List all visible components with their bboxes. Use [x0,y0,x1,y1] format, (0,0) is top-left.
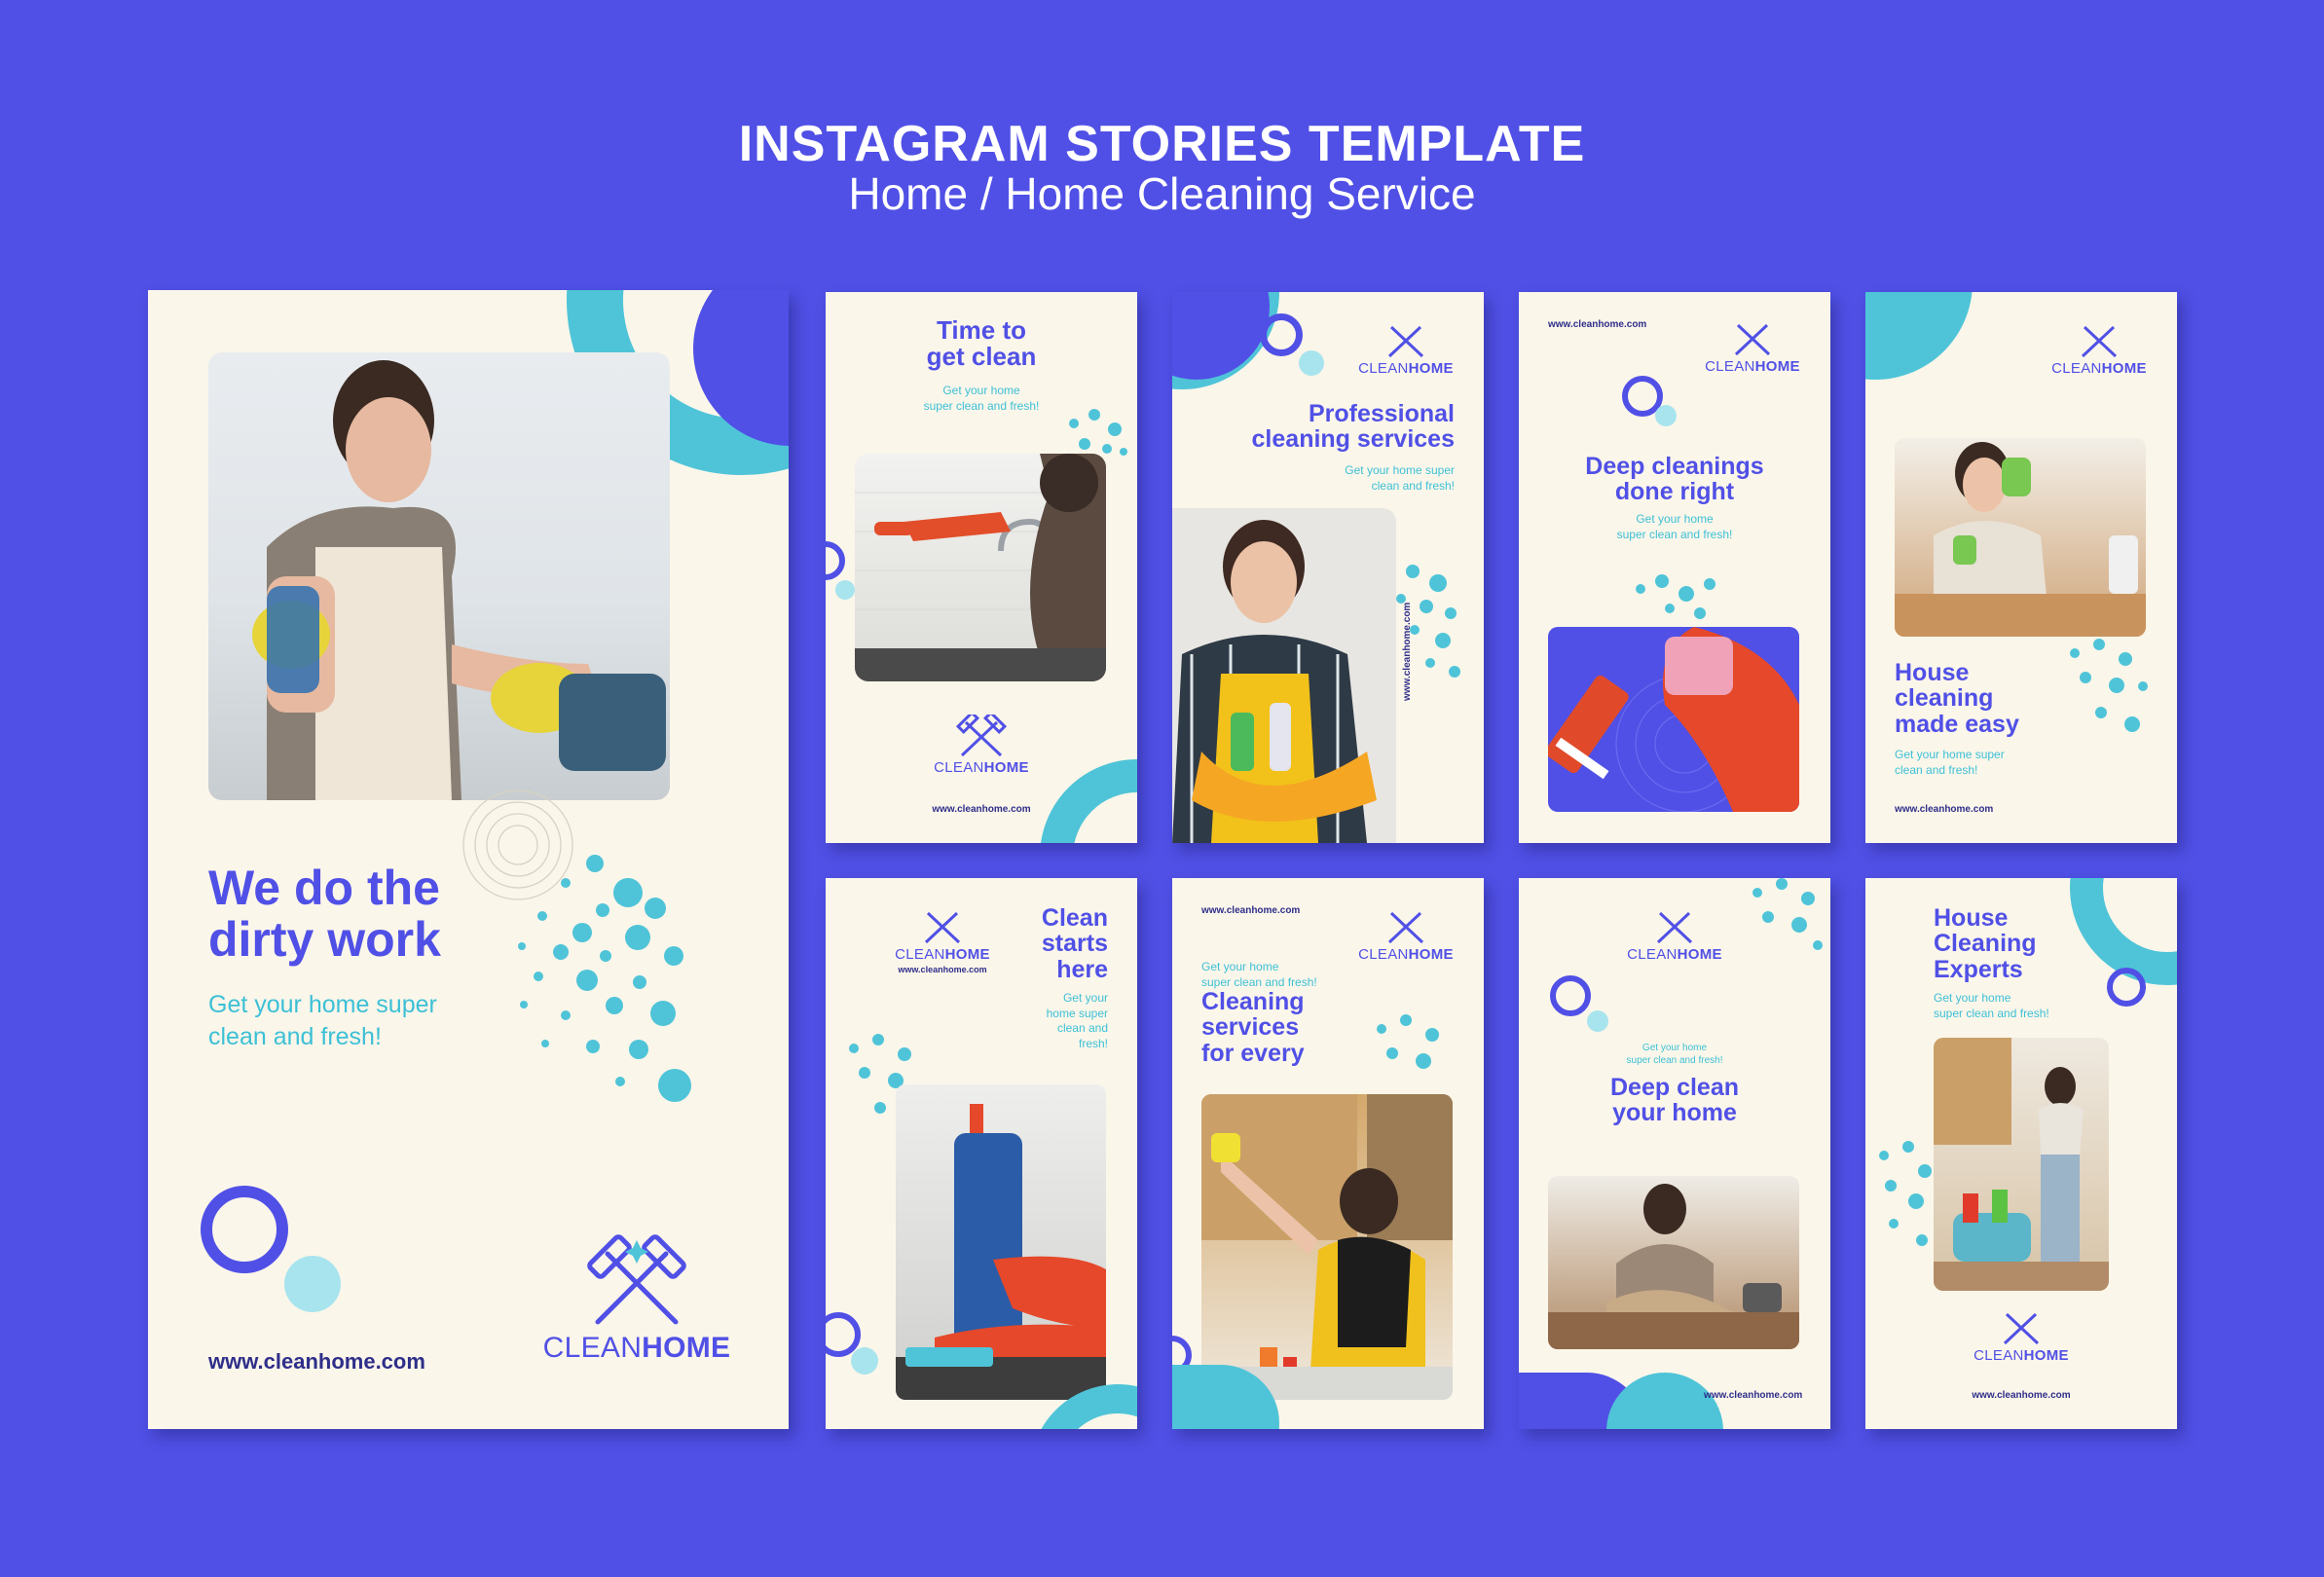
card-subline: Get your home super clean and fresh! [1616,512,1733,541]
brand-logo: CLEANHOME www.cleanhome.com [884,907,1001,974]
photo-woman-scrubbing-floor [1548,1176,1799,1349]
card-headline: Professional cleaning services [1251,400,1455,454]
photo-woman-spraying-bottle [1895,438,2146,637]
card-headline: House Cleaning Experts [1934,904,2037,983]
card-headline: Deep cleanings done right [1585,453,1764,506]
card-subline: Get your home super clean and fresh! [1201,960,1317,989]
dot-pattern [518,855,713,1118]
page-title: INSTAGRAM STORIES TEMPLATE [738,116,1586,172]
photo-woman-cleaning-window [208,352,670,800]
brand-logo: CLEANHOME [1953,1308,2089,1364]
broom-squeegee-cross-icon [1387,911,1424,944]
story-card-deep-clean-your-home[interactable]: CLEANHOME Get your home super clean and f… [1519,878,1830,1429]
brand-logo: CLEANHOME [1694,319,1811,375]
broom-squeegee-cross-icon [1387,325,1424,358]
website-url[interactable]: www.cleanhome.com [1895,804,1993,815]
brand-logo: CLEANHOME [1616,907,1733,963]
broom-squeegee-cross-icon [1734,323,1771,356]
card-subline: Get your home super clean and fresh! [1895,748,2005,777]
photo-woman-holding-basin [1172,508,1396,843]
story-card-deep-cleanings[interactable]: www.cleanhome.com CLEANHOME Deep cleanin… [1519,292,1830,843]
card-headline: Clean starts here [1041,904,1108,983]
photo-woman-wiping-cabinet [1201,1094,1453,1400]
card-headline: Deep clean your home [1609,1074,1739,1127]
photo-wiping-tiles [855,454,1106,681]
card-headline: House cleaning made easy [1895,659,2019,738]
website-url[interactable]: www.cleanhome.com [208,1349,425,1375]
photo-gloved-hands-brush-sponge [1548,627,1799,812]
story-card-professional-cleaning[interactable]: CLEANHOME Professional cleaning services … [1172,292,1484,843]
card-subline: Get your home super clean and fresh! [1046,991,1108,1050]
brand-logo: CLEANHOME [1347,321,1464,377]
website-url[interactable]: www.cleanhome.com [1704,1390,1802,1401]
website-url[interactable]: www.cleanhome.com [1548,319,1646,330]
story-card-house-cleaning-made-easy[interactable]: CLEANHOME House cleaning made easy Get you… [1865,292,2177,843]
website-url[interactable]: www.cleanhome.com [826,804,1137,815]
card-subline: Get your home super clean and fresh! [1626,1043,1723,1066]
story-card-time-to-get-clean[interactable]: Time to get clean Get your home super clea… [826,292,1137,843]
story-card-house-cleaning-experts[interactable]: House Cleaning Experts Get your home super … [1865,878,2177,1429]
website-url[interactable]: www.cleanhome.com [1201,905,1300,916]
main-subline: Get your home super clean and fresh! [208,991,437,1050]
photo-woman-kitchen-dusting [1934,1038,2109,1291]
story-card-main[interactable]: We do the dirty work Get your home super c… [148,290,789,1429]
brand-logo: CLEANHOME [2041,321,2158,377]
card-subline: Get your home super clean and fresh! [1345,463,1455,493]
broom-squeegee-cross-icon [2003,1312,2040,1345]
website-url[interactable]: www.cleanhome.com [884,965,1001,974]
broom-squeegee-cross-icon [955,715,1008,757]
brand-logo: CLEANHOME [520,1234,754,1365]
story-card-cleaning-services-for-every[interactable]: www.cleanhome.com CLEANHOME Get your hom… [1172,878,1484,1429]
page-subtitle: Home / Home Cleaning Service [848,168,1476,219]
website-url[interactable]: www.cleanhome.com [1865,1390,2177,1401]
story-card-clean-starts-here[interactable]: CLEANHOME www.cleanhome.com Clean starts h… [826,878,1137,1429]
card-headline: Time to get clean [926,315,1037,372]
ring-decoration [201,1186,288,1273]
brand-logo: CLEANHOME [1347,907,1464,963]
broom-squeegee-cross-icon [2081,325,2118,358]
brand-logo: CLEANHOME [884,715,1079,776]
broom-squeegee-cross-icon [924,911,961,944]
broom-squeegee-cross-icon [587,1234,686,1325]
photo-gloved-hand-blue-bottle [896,1084,1106,1400]
card-subline: Get your home super clean and fresh! [1934,991,2049,1020]
broom-squeegee-cross-icon [1656,911,1693,944]
card-headline: Cleaning services for every [1201,988,1305,1067]
main-headline: We do the dirty work [208,861,441,967]
website-url[interactable]: www.cleanhome.com [1402,603,1413,701]
